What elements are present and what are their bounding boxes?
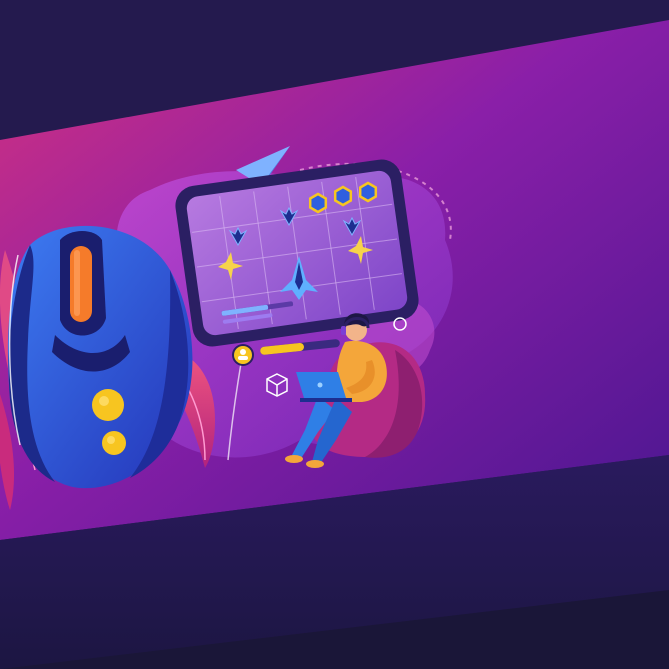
hexagon-icon xyxy=(308,192,328,214)
hexagon-icon xyxy=(333,185,353,207)
hexagon-icon xyxy=(358,181,378,203)
game-screen xyxy=(175,159,419,347)
mouse-button xyxy=(102,431,126,455)
mouse-button xyxy=(92,389,124,421)
gaming-illustration xyxy=(0,0,669,669)
user-node-icon xyxy=(232,344,254,366)
